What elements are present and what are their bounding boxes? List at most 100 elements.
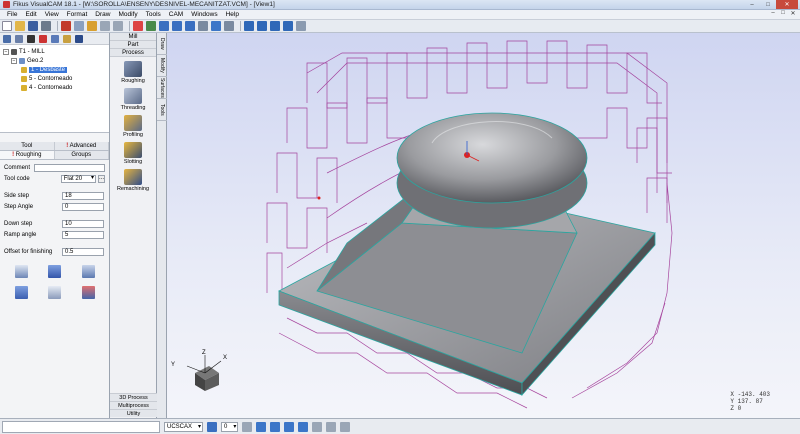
mdi-minimize-button[interactable]: – — [768, 10, 778, 17]
save-icon[interactable] — [28, 21, 38, 31]
zoom-icon[interactable] — [159, 21, 169, 31]
view-iso-icon[interactable] — [298, 421, 309, 432]
ucs-select[interactable]: UCSCAX — [164, 421, 204, 432]
menu-windows[interactable]: Windows — [187, 11, 221, 18]
grid-icon[interactable] — [146, 21, 156, 31]
settings-icon[interactable] — [51, 34, 59, 43]
menu-tools[interactable]: Tools — [142, 11, 165, 18]
zoom-extents-icon[interactable] — [185, 21, 195, 31]
menu-view[interactable]: View — [41, 11, 63, 18]
toolpath-display-icon[interactable] — [296, 21, 306, 31]
ramp-angle-input[interactable]: 5 — [62, 231, 104, 239]
tree-node-op[interactable]: 4 - Contorneado — [3, 83, 106, 92]
collapse-icon[interactable]: − — [11, 57, 17, 64]
menu-help[interactable]: Help — [222, 11, 243, 18]
view-side-icon[interactable] — [284, 421, 295, 432]
ortho-toggle-icon[interactable] — [326, 421, 337, 432]
step-angle-input[interactable]: 0 — [62, 203, 104, 211]
menu-draw[interactable]: Draw — [91, 11, 114, 18]
snap-icon[interactable] — [133, 21, 143, 31]
cut-icon[interactable] — [74, 21, 84, 31]
hidden-line-icon[interactable] — [270, 21, 280, 31]
side-step-input[interactable]: 18 — [62, 192, 104, 200]
tree-node-geo[interactable]: − Geo.2 — [3, 56, 106, 65]
layer-select[interactable]: 0 — [221, 421, 239, 432]
tab-advanced[interactable]: ! Advanced — [54, 142, 109, 150]
tool-code-select[interactable]: Flat 20 — [60, 175, 96, 183]
filter-icon[interactable] — [242, 421, 253, 432]
vtab-tools[interactable]: Tools — [157, 99, 167, 121]
mdi-close-button[interactable]: ✕ — [788, 10, 798, 17]
calculate-icon[interactable] — [81, 286, 95, 299]
tab-groups[interactable]: Groups — [54, 151, 109, 159]
zoom-window-icon[interactable] — [172, 21, 182, 31]
close-button[interactable]: ✕ — [776, 0, 798, 9]
3d-process-header[interactable]: 3D Process — [110, 393, 157, 401]
book-icon[interactable] — [75, 34, 83, 43]
boundary-icon[interactable] — [81, 265, 95, 278]
collapse-icon[interactable]: − — [3, 48, 9, 55]
coord-z: Z 0 — [730, 405, 742, 412]
part-header[interactable]: Part — [110, 41, 156, 49]
dome-surface[interactable] — [396, 112, 588, 204]
view-cube-icon[interactable] — [211, 21, 221, 31]
open-folder-icon[interactable] — [15, 21, 25, 31]
maximize-button[interactable]: □ — [760, 0, 776, 9]
menu-cam[interactable]: CAM — [165, 11, 187, 18]
snap-toggle-icon[interactable] — [312, 421, 323, 432]
strategy-icon[interactable] — [15, 265, 29, 278]
3d-viewport[interactable]: Z Y X X -143. 403 Y 137. 87 Z 0 — [167, 33, 800, 418]
post-icon[interactable] — [63, 34, 71, 43]
tool-icon[interactable] — [27, 34, 35, 43]
simulate-icon[interactable] — [39, 34, 47, 43]
tab-tool[interactable]: Tool — [0, 142, 55, 150]
tool-browse-button[interactable]: ... — [98, 175, 105, 183]
down-step-input[interactable]: 10 — [62, 220, 104, 228]
menu-format[interactable]: Format — [63, 11, 92, 18]
process-slotting[interactable]: Slotting — [110, 142, 156, 165]
vtab-surfaces[interactable]: Surfaces — [157, 77, 167, 99]
command-line-input[interactable] — [2, 420, 160, 433]
shading-icon[interactable] — [244, 21, 254, 31]
table-icon[interactable] — [15, 286, 29, 299]
comment-input[interactable] — [33, 164, 105, 172]
tree-node-op[interactable]: 1 - Desbaste — [3, 65, 106, 74]
layer-icon[interactable] — [207, 421, 218, 432]
mill-header[interactable]: Mill — [110, 33, 156, 41]
menu-file[interactable]: File — [3, 11, 21, 18]
rotate-icon[interactable] — [224, 21, 234, 31]
list-icon[interactable] — [48, 286, 62, 299]
delete-icon[interactable] — [61, 21, 71, 31]
pan-icon[interactable] — [198, 21, 208, 31]
undo-icon[interactable] — [100, 21, 110, 31]
redo-icon[interactable] — [113, 21, 123, 31]
render-icon[interactable] — [283, 21, 293, 31]
tree-node-mill[interactable]: − T1 - MILL — [3, 47, 106, 56]
menu-edit[interactable]: Edit — [21, 11, 40, 18]
offset-finishing-input[interactable]: 0.5 — [62, 248, 104, 256]
vtab-modify[interactable]: Modify — [157, 55, 167, 77]
multiprocess-header[interactable]: Multiprocess — [110, 401, 157, 409]
tree-node-op[interactable]: 5 - Contorneado — [3, 74, 106, 83]
mdi-restore-button[interactable]: □ — [778, 10, 788, 17]
view-top-icon[interactable] — [256, 421, 267, 432]
process-roughing[interactable]: Roughing — [110, 61, 156, 84]
print-icon[interactable] — [41, 21, 51, 31]
process-header[interactable]: Process — [110, 49, 156, 57]
minimize-button[interactable]: – — [744, 0, 760, 9]
new-file-icon[interactable] — [2, 21, 12, 31]
view-front-icon[interactable] — [270, 421, 281, 432]
process-remachining[interactable]: Remachining — [110, 169, 156, 192]
region-icon[interactable] — [48, 265, 62, 278]
vtab-draw[interactable]: Draw — [157, 33, 167, 55]
menu-modify[interactable]: Modify — [114, 11, 141, 18]
stock-icon[interactable] — [15, 34, 23, 43]
process-profiling[interactable]: Profiling — [110, 115, 156, 138]
tab-roughing[interactable]: ! Roughing — [0, 151, 55, 159]
machine-icon[interactable] — [3, 34, 11, 43]
process-threading[interactable]: Threading — [110, 88, 156, 111]
paste-icon[interactable] — [87, 21, 97, 31]
grid-toggle-icon[interactable] — [340, 421, 351, 432]
utility-header[interactable]: Utility — [110, 409, 157, 417]
wireframe-icon[interactable] — [257, 21, 267, 31]
